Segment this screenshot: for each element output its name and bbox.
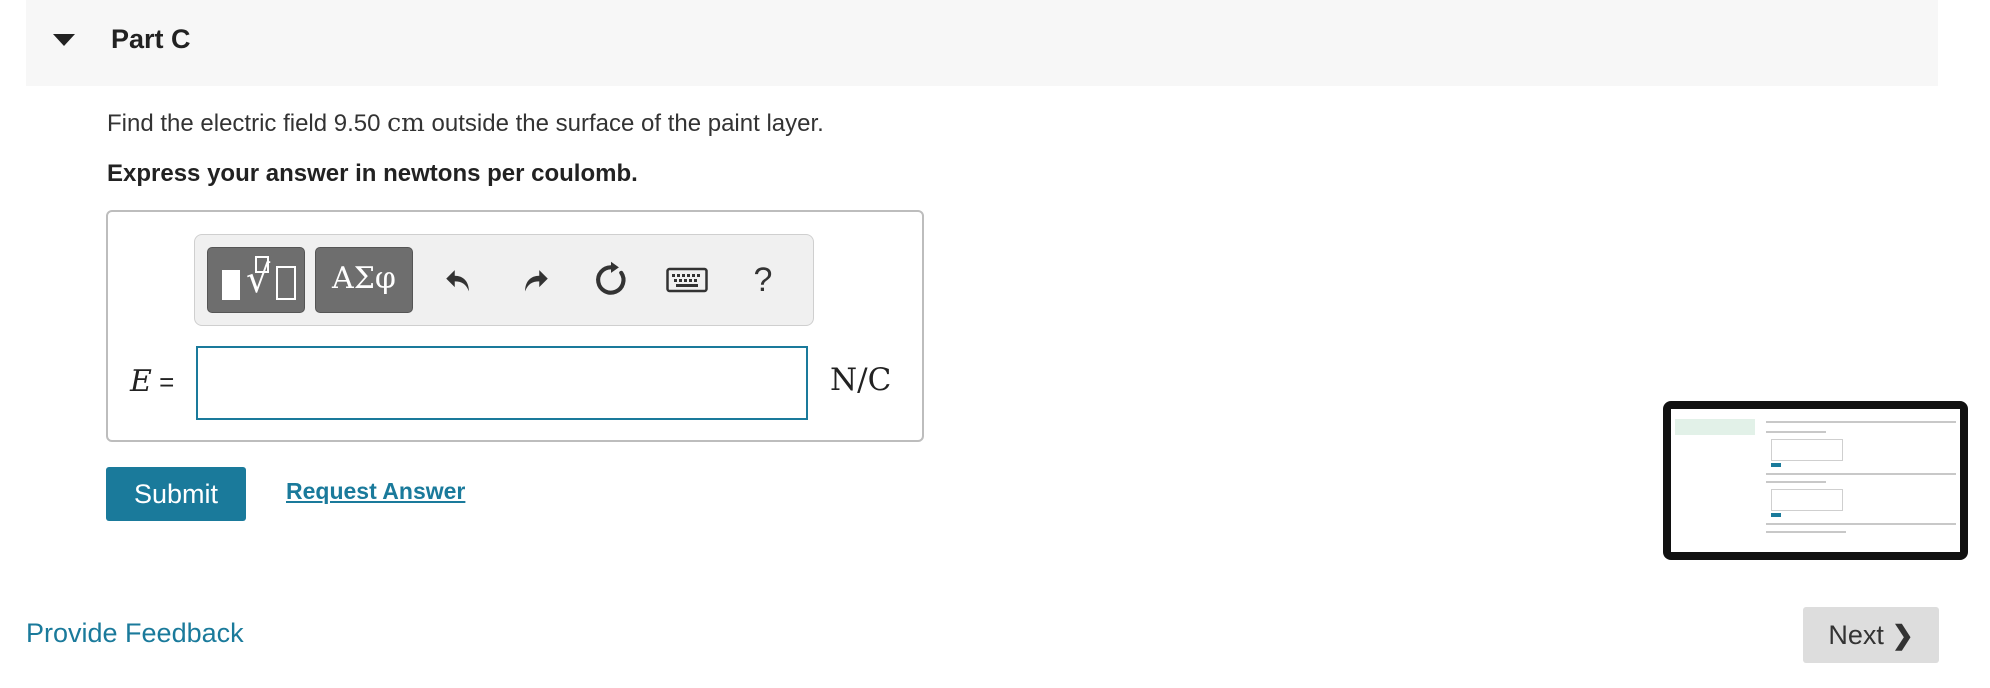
undo-icon[interactable] bbox=[431, 251, 487, 309]
part-title: Part C bbox=[111, 24, 191, 54]
redo-icon[interactable] bbox=[507, 251, 563, 309]
preview-answer-box bbox=[1771, 489, 1843, 511]
templates-button[interactable]: √ bbox=[207, 247, 305, 313]
preview-submit bbox=[1771, 463, 1781, 467]
greek-symbols-button[interactable]: ΑΣφ bbox=[315, 247, 413, 313]
preview-screen bbox=[1671, 409, 1960, 552]
answer-variable: E bbox=[130, 364, 152, 399]
preview-line bbox=[1766, 431, 1826, 433]
page-preview-thumbnail[interactable] bbox=[1663, 401, 1968, 560]
answer-equals: = bbox=[151, 367, 175, 397]
collapse-caret-icon[interactable] bbox=[53, 34, 75, 46]
reset-icon[interactable] bbox=[583, 251, 639, 309]
template-block-icon bbox=[222, 270, 240, 300]
question-text-after: outside the surface of the paint layer. bbox=[424, 110, 824, 137]
chevron-right-icon: ❯ bbox=[1891, 619, 1914, 650]
question-text-before: Find the electric field bbox=[107, 110, 334, 137]
keyboard-icon[interactable] bbox=[659, 251, 715, 309]
answer-variable-label: E = bbox=[130, 364, 174, 399]
preview-answer-box bbox=[1771, 439, 1843, 461]
template-small-box-icon bbox=[255, 256, 269, 273]
preview-submit bbox=[1771, 513, 1781, 517]
template-box-icon bbox=[276, 266, 296, 300]
submit-button[interactable]: Submit bbox=[106, 467, 246, 521]
preview-line bbox=[1766, 531, 1846, 533]
preview-line bbox=[1766, 523, 1956, 525]
redo-arrow-icon bbox=[525, 270, 548, 292]
keyboard-glyph-icon bbox=[666, 267, 708, 293]
next-button[interactable]: Next ❯ bbox=[1803, 607, 1939, 663]
preview-line bbox=[1766, 481, 1826, 483]
preview-line bbox=[1766, 473, 1956, 475]
question-unit: cm bbox=[387, 108, 425, 137]
provide-feedback-link[interactable]: Provide Feedback bbox=[26, 618, 244, 649]
refresh-arrow-icon bbox=[596, 261, 626, 295]
help-icon[interactable]: ? bbox=[735, 251, 791, 309]
answer-instruction: Express your answer in newtons per coulo… bbox=[107, 160, 638, 187]
preview-line bbox=[1766, 421, 1956, 423]
question-value: 9.50 bbox=[333, 110, 381, 137]
next-label: Next bbox=[1828, 619, 1884, 650]
answer-input[interactable] bbox=[196, 346, 808, 420]
math-toolbar: √ ΑΣφ ? bbox=[194, 234, 814, 326]
preview-sidebar-note bbox=[1675, 419, 1755, 435]
request-answer-link[interactable]: Request Answer bbox=[286, 478, 465, 505]
question-text: Find the electric field 9.50 cm outside … bbox=[107, 108, 824, 138]
part-c-header[interactable] bbox=[26, 0, 1938, 86]
answer-unit: N/C bbox=[830, 362, 892, 398]
undo-arrow-icon bbox=[446, 270, 469, 292]
